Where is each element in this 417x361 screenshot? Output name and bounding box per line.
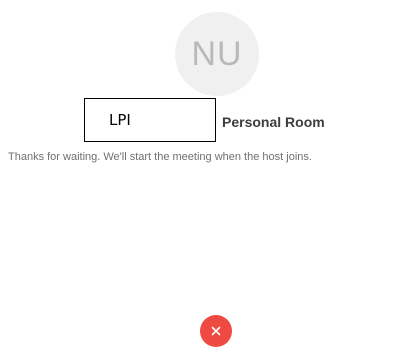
room-label: Personal Room [222, 114, 325, 130]
host-name: LPI [109, 111, 131, 129]
waiting-room-screen: NU LPI Personal Room Thanks for waiting.… [0, 0, 417, 361]
leave-meeting-button[interactable] [200, 315, 232, 347]
host-avatar: NU [175, 12, 259, 96]
waiting-message: Thanks for waiting. We'll start the meet… [8, 151, 312, 163]
close-icon [210, 325, 222, 337]
host-name-box: LPI [84, 98, 216, 142]
